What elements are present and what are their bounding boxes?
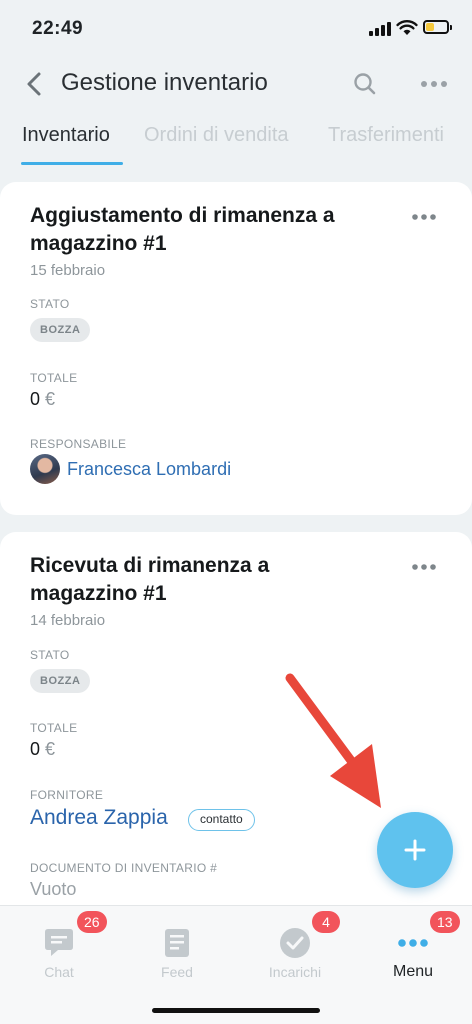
home-indicator[interactable] xyxy=(152,1008,320,1013)
tab-ordini-di-vendita[interactable]: Ordini di vendita xyxy=(144,124,289,147)
avatar[interactable] xyxy=(30,454,60,484)
menu-dots-icon xyxy=(398,939,428,947)
tabbar-label: Menu xyxy=(392,963,434,980)
add-button[interactable] xyxy=(377,812,453,888)
tab-bar: Inventario Ordini di vendita Trasferimen… xyxy=(0,118,472,168)
status-badge: BOZZA xyxy=(30,318,91,342)
active-tab-indicator xyxy=(21,162,123,165)
tabbar-item-menu[interactable]: 13 Menu xyxy=(354,906,472,992)
inventory-card[interactable]: Aggiustamento di rimanenza a magazzino #… xyxy=(0,182,472,515)
more-horizontal-icon[interactable] xyxy=(420,80,448,88)
total-label: TOTALE xyxy=(30,371,78,385)
tabbar-label: Chat xyxy=(44,964,74,980)
search-icon[interactable] xyxy=(352,71,378,97)
total-amount: 0 xyxy=(30,389,41,409)
total-value: 0 € xyxy=(30,389,55,410)
inventory-card[interactable]: Ricevuta di rimanenza a magazzino #1 14 … xyxy=(0,532,472,952)
document-value[interactable]: Vuoto xyxy=(30,879,76,900)
total-value: 0 € xyxy=(30,739,55,760)
wifi-icon xyxy=(396,20,418,35)
cellular-signal-icon xyxy=(369,22,391,36)
card-date: 15 febbraio xyxy=(30,262,106,279)
plus-icon xyxy=(404,839,426,861)
total-currency: € xyxy=(45,389,56,409)
document-label: DOCUMENTO DI INVENTARIO # xyxy=(30,861,218,875)
more-horizontal-icon[interactable] xyxy=(411,563,437,571)
supplier-label: FORNITORE xyxy=(30,788,104,802)
card-title: Aggiustamento di rimanenza a magazzino #… xyxy=(30,204,335,255)
supplier-link[interactable]: Andrea Zappia xyxy=(30,806,168,830)
status-label: STATO xyxy=(30,648,70,662)
tabbar-item-chat[interactable]: 26 Chat xyxy=(0,906,118,992)
more-horizontal-icon[interactable] xyxy=(411,213,437,221)
menu-count-badge: 13 xyxy=(430,911,460,933)
chevron-left-icon[interactable] xyxy=(22,70,48,98)
total-label: TOTALE xyxy=(30,721,78,735)
contact-tag: contatto xyxy=(188,809,255,831)
tabbar-item-incarichi[interactable]: 4 Incarichi xyxy=(236,906,354,992)
status-bar: 22:49 xyxy=(0,0,472,56)
bottom-tab-bar: 26 Chat Feed 4 Incarichi 13 Menu xyxy=(0,905,472,1024)
status-time: 22:49 xyxy=(32,18,84,39)
feed-icon xyxy=(165,929,189,957)
tabbar-label: Incarichi xyxy=(268,964,322,980)
app-header: Gestione inventario xyxy=(0,60,472,108)
status-label: STATO xyxy=(30,297,70,311)
tabbar-label: Feed xyxy=(161,964,193,980)
card-date: 14 febbraio xyxy=(30,612,106,629)
responsible-label: RESPONSABILE xyxy=(30,437,127,451)
card-title: Ricevuta di rimanenza a magazzino #1 xyxy=(30,554,270,605)
chat-count-badge: 26 xyxy=(77,911,107,933)
tab-inventario[interactable]: Inventario xyxy=(22,124,110,147)
red-arrow-icon xyxy=(285,673,381,808)
total-currency: € xyxy=(45,739,56,759)
chat-icon xyxy=(45,929,73,956)
page-title: Gestione inventario xyxy=(61,69,268,96)
battery-icon xyxy=(423,20,452,34)
task-check-icon xyxy=(280,928,310,958)
tab-trasferimenti[interactable]: Trasferimenti xyxy=(328,124,444,147)
tabbar-item-feed[interactable]: Feed xyxy=(118,906,236,992)
responsible-link[interactable]: Francesca Lombardi xyxy=(67,459,231,480)
status-badge: BOZZA xyxy=(30,669,91,693)
total-amount: 0 xyxy=(30,739,41,759)
tasks-count-badge: 4 xyxy=(312,911,340,933)
